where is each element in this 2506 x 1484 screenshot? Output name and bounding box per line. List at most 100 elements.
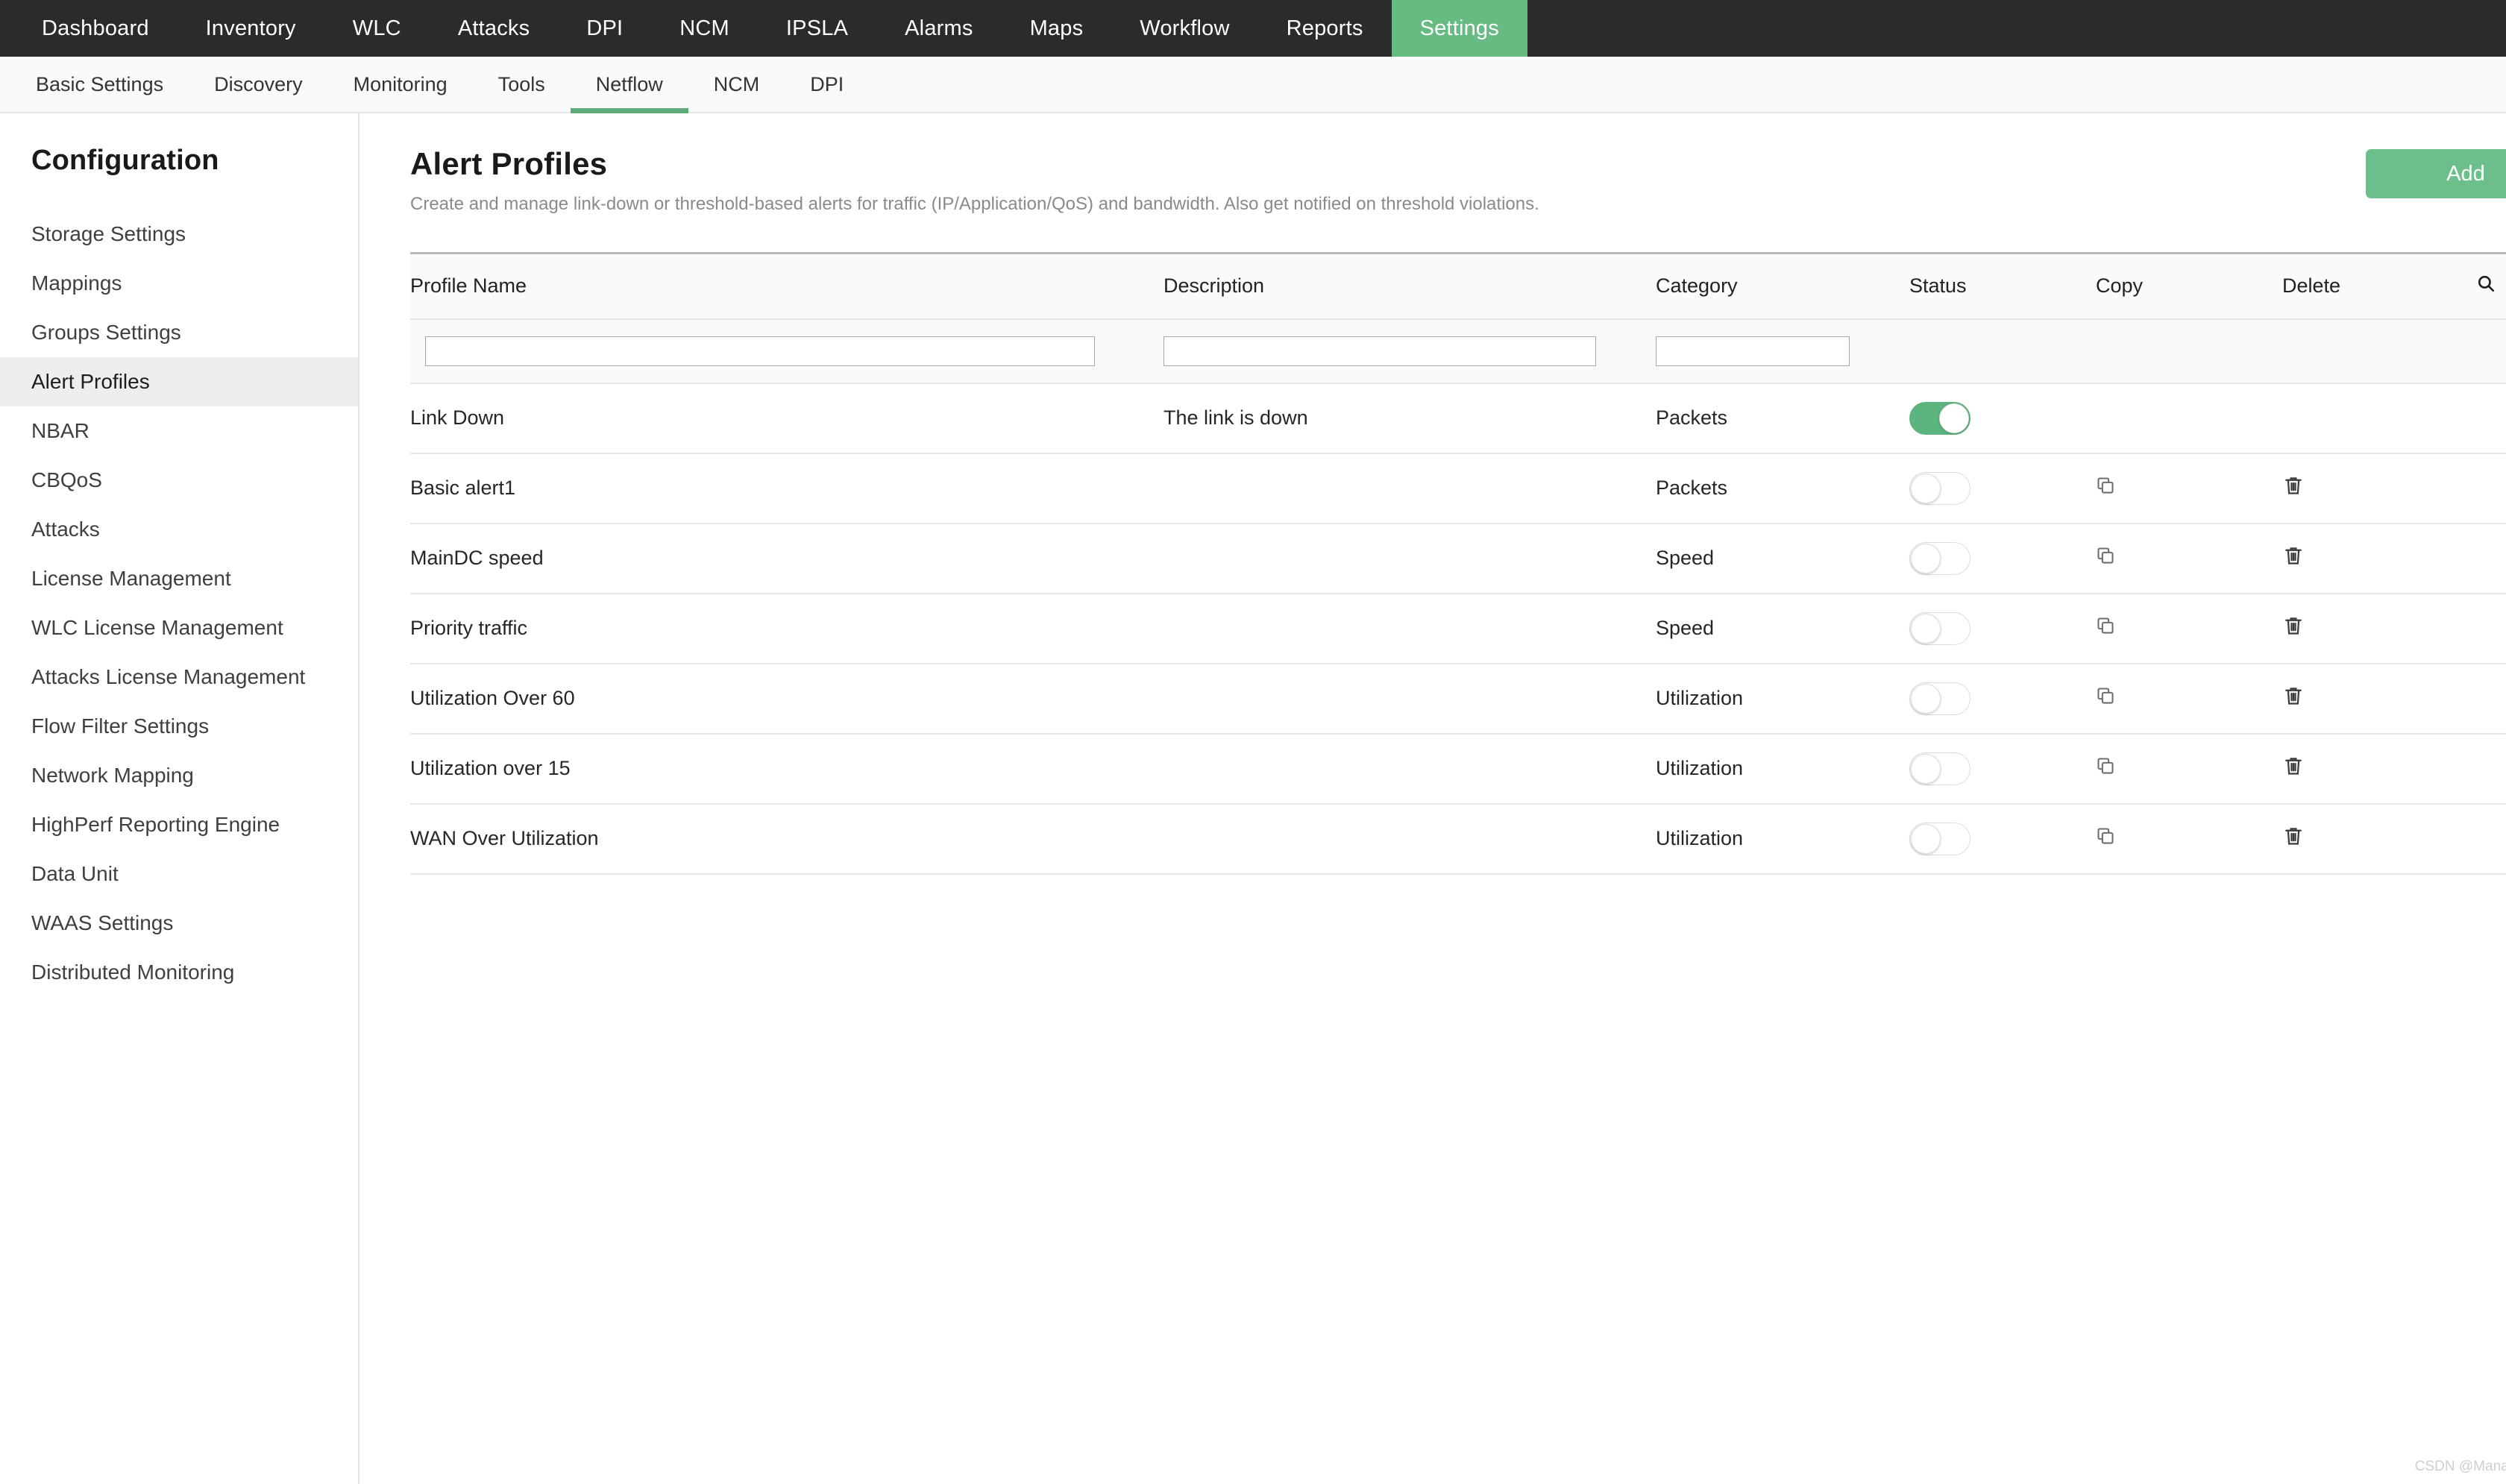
table-row[interactable]: Link DownThe link is downPackets — [410, 383, 2506, 453]
sub-navigation-bar: Basic SettingsDiscoveryMonitoringToolsNe… — [0, 57, 2506, 113]
column-header-copy[interactable]: Copy — [2096, 254, 2282, 319]
filter-input-description[interactable] — [1164, 336, 1596, 366]
toggle-knob — [1939, 403, 1969, 433]
copy-icon[interactable] — [2096, 756, 2115, 776]
sidebar-title: Configuration — [0, 145, 358, 210]
topnav-item-reports[interactable]: Reports — [1258, 0, 1392, 57]
search-icon[interactable] — [2476, 274, 2496, 293]
status-toggle[interactable] — [1909, 752, 1970, 785]
trash-icon[interactable] — [2282, 685, 2305, 707]
sidebar-item-cbqos[interactable]: CBQoS — [0, 456, 358, 505]
table-row[interactable]: Priority trafficSpeed — [410, 594, 2506, 664]
cell-status — [1909, 594, 2096, 664]
cell-profile-name[interactable]: Priority traffic — [410, 594, 1164, 664]
cell-profile-name[interactable]: Link Down — [410, 383, 1164, 453]
subnav-item-ncm[interactable]: NCM — [688, 57, 785, 112]
cell-profile-name[interactable]: Basic alert1 — [410, 453, 1164, 524]
trash-icon[interactable] — [2282, 544, 2305, 567]
trash-icon[interactable] — [2282, 614, 2305, 637]
cell-profile-name[interactable]: Utilization over 15 — [410, 734, 1164, 804]
copy-icon[interactable] — [2096, 546, 2115, 565]
table-row[interactable]: Utilization over 15 Utilization — [410, 734, 2506, 804]
topnav-item-wlc[interactable]: WLC — [324, 0, 430, 57]
topnav-item-ncm[interactable]: NCM — [651, 0, 758, 57]
filter-input-category[interactable] — [1656, 336, 1850, 366]
main-content: Alert Profiles Create and manage link-do… — [359, 113, 2506, 1484]
topnav-item-inventory[interactable]: Inventory — [178, 0, 324, 57]
sidebar-item-flow-filter-settings[interactable]: Flow Filter Settings — [0, 702, 358, 751]
sidebar-item-groups-settings[interactable]: Groups Settings — [0, 308, 358, 357]
topnav-item-ipsla[interactable]: IPSLA — [758, 0, 876, 57]
cell-profile-name[interactable]: MainDC speed — [410, 524, 1164, 594]
watermark: CSDN @ManageEngine卓豪 — [2415, 1455, 2506, 1475]
page-shell: Configuration Storage SettingsMappingsGr… — [0, 113, 2506, 1484]
sidebar-item-distributed-monitoring[interactable]: Distributed Monitoring — [0, 948, 358, 997]
topnav-item-dpi[interactable]: DPI — [558, 0, 651, 57]
trash-icon[interactable] — [2282, 825, 2305, 847]
status-toggle[interactable] — [1909, 542, 1970, 575]
table-row[interactable]: Utilization Over 60 Utilization — [410, 664, 2506, 734]
sidebar-item-alert-profiles[interactable]: Alert Profiles — [0, 357, 358, 406]
subnav-item-monitoring[interactable]: Monitoring — [328, 57, 473, 112]
page-description: Create and manage link-down or threshold… — [410, 194, 1539, 215]
subnav-item-dpi[interactable]: DPI — [785, 57, 869, 112]
cell-description — [1164, 524, 1656, 594]
table-row[interactable]: MainDC speedSpeed — [410, 524, 2506, 594]
sidebar-item-waas-settings[interactable]: WAAS Settings — [0, 899, 358, 948]
subnav-item-discovery[interactable]: Discovery — [189, 57, 328, 112]
table-row[interactable]: Basic alert1Packets — [410, 453, 2506, 524]
subnav-item-tools[interactable]: Tools — [473, 57, 571, 112]
copy-icon[interactable] — [2096, 616, 2115, 635]
column-header-profile-name[interactable]: Profile Name — [410, 254, 1164, 319]
topnav-item-workflow[interactable]: Workflow — [1111, 0, 1257, 57]
cell-profile-name[interactable]: Utilization Over 60 — [410, 664, 1164, 734]
cell-spacer — [2476, 383, 2506, 453]
status-toggle[interactable] — [1909, 612, 1970, 645]
cell-delete — [2282, 524, 2476, 594]
status-toggle[interactable] — [1909, 472, 1970, 505]
status-toggle[interactable] — [1909, 402, 1970, 435]
column-header-delete[interactable]: Delete — [2282, 254, 2476, 319]
table-row[interactable]: WAN Over UtilizationUtilization — [410, 804, 2506, 874]
subnav-item-basic-settings[interactable]: Basic Settings — [10, 57, 189, 112]
status-toggle[interactable] — [1909, 823, 1970, 855]
topnav-item-maps[interactable]: Maps — [1002, 0, 1112, 57]
sidebar-item-license-management[interactable]: License Management — [0, 554, 358, 603]
copy-icon[interactable] — [2096, 826, 2115, 846]
column-header-description[interactable]: Description — [1164, 254, 1656, 319]
sidebar-item-attacks-license-management[interactable]: Attacks License Management — [0, 653, 358, 702]
cell-delete — [2282, 453, 2476, 524]
status-toggle[interactable] — [1909, 682, 1970, 715]
copy-icon[interactable] — [2096, 476, 2115, 495]
toggle-knob — [1911, 544, 1941, 573]
trash-icon[interactable] — [2282, 474, 2305, 497]
toggle-knob — [1911, 684, 1941, 714]
sidebar-item-wlc-license-management[interactable]: WLC License Management — [0, 603, 358, 653]
filter-input-profile-name[interactable] — [425, 336, 1095, 366]
sidebar-item-network-mapping[interactable]: Network Mapping — [0, 751, 358, 800]
filter-row — [410, 319, 2506, 383]
sidebar-item-data-unit[interactable]: Data Unit — [0, 849, 358, 899]
sidebar-item-storage-settings[interactable]: Storage Settings — [0, 210, 358, 259]
subnav-item-netflow[interactable]: Netflow — [571, 57, 688, 112]
table-body: Link DownThe link is downPacketsBasic al… — [410, 383, 2506, 874]
column-header-status[interactable]: Status — [1909, 254, 2096, 319]
cell-spacer — [2476, 664, 2506, 734]
topnav-item-alarms[interactable]: Alarms — [876, 0, 1001, 57]
trash-icon[interactable] — [2282, 755, 2305, 777]
sidebar-item-nbar[interactable]: NBAR — [0, 406, 358, 456]
cell-category: Utilization — [1656, 664, 1909, 734]
sidebar-item-list: Storage SettingsMappingsGroups SettingsA… — [0, 210, 358, 997]
topnav-item-attacks[interactable]: Attacks — [430, 0, 559, 57]
sidebar-item-mappings[interactable]: Mappings — [0, 259, 358, 308]
add-button[interactable]: Add — [2366, 149, 2506, 198]
sidebar-item-attacks[interactable]: Attacks — [0, 505, 358, 554]
cell-profile-name[interactable]: WAN Over Utilization — [410, 804, 1164, 874]
column-header-category[interactable]: Category — [1656, 254, 1909, 319]
cell-status — [1909, 734, 2096, 804]
copy-icon[interactable] — [2096, 686, 2115, 705]
topnav-item-settings[interactable]: Settings — [1392, 0, 1527, 57]
topnav-item-dashboard[interactable]: Dashboard — [13, 0, 178, 57]
cell-category: Utilization — [1656, 734, 1909, 804]
sidebar-item-highperf-reporting-engine[interactable]: HighPerf Reporting Engine — [0, 800, 358, 849]
